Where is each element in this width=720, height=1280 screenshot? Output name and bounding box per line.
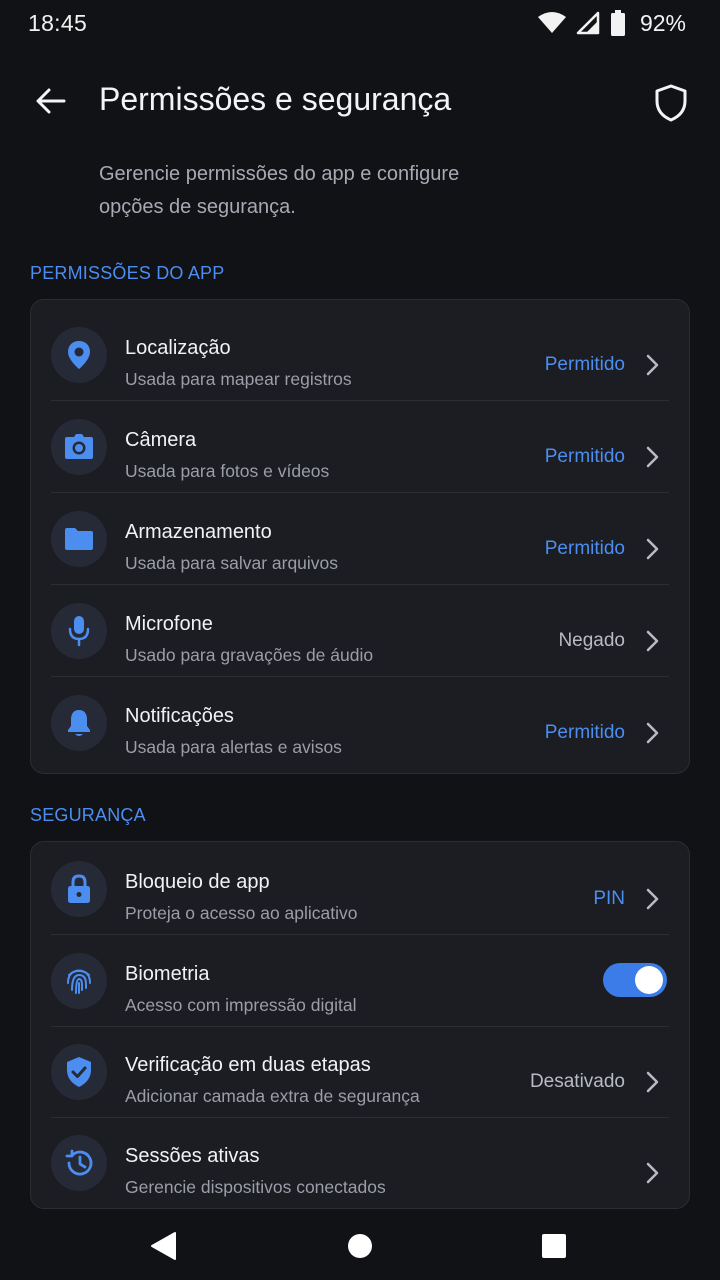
folder-icon bbox=[51, 511, 107, 567]
row-status: PIN bbox=[593, 888, 625, 909]
arrow-left-icon bbox=[36, 88, 66, 114]
system-navigation-bar bbox=[0, 1210, 720, 1280]
row-subtitle: Proteja o acesso ao aplicativo bbox=[125, 903, 358, 923]
row-title: Notificações bbox=[125, 705, 234, 727]
chevron-right-icon bbox=[646, 446, 659, 468]
biometrics-toggle[interactable] bbox=[603, 963, 667, 997]
fingerprint-icon bbox=[51, 953, 107, 1009]
row-subtitle: Usada para salvar arquivos bbox=[125, 553, 339, 573]
shield-icon bbox=[655, 84, 687, 122]
toggle-knob bbox=[635, 966, 663, 994]
page-description: Gerencie permissões do app e configure o… bbox=[99, 163, 460, 218]
permissions-card: Localização Usada para mapear registros … bbox=[30, 299, 690, 774]
bell-icon bbox=[51, 695, 107, 751]
row-status: Desativado bbox=[529, 1071, 625, 1092]
chevron-right-icon bbox=[646, 722, 659, 744]
security-row-active-sessions[interactable]: Sessões ativas Gerencie dispositivos con… bbox=[31, 1117, 689, 1209]
camera-icon bbox=[51, 419, 107, 475]
security-row-two-step[interactable]: Verificação em duas etapas Adicionar cam… bbox=[31, 1026, 689, 1118]
permission-row-notifications[interactable]: Notificações Usada para alertas e avisos… bbox=[31, 677, 689, 769]
row-subtitle: Acesso com impressão digital bbox=[125, 995, 357, 1015]
permission-row-location[interactable]: Localização Usada para mapear registros … bbox=[31, 309, 689, 401]
row-title: Verificação em duas etapas bbox=[125, 1054, 371, 1076]
battery-percentage: 92% bbox=[639, 9, 686, 36]
row-title: Armazenamento bbox=[125, 521, 272, 543]
shield-check-icon bbox=[51, 1044, 107, 1100]
security-row-app-lock[interactable]: Bloqueio de app Proteja o acesso ao apli… bbox=[31, 843, 689, 935]
section-header-permissions: PERMISSÕES DO APP bbox=[30, 263, 225, 283]
row-subtitle: Gerencie dispositivos conectados bbox=[125, 1177, 386, 1197]
nav-home-button[interactable] bbox=[343, 1229, 377, 1263]
permission-row-camera[interactable]: Câmera Usada para fotos e vídeos Permiti… bbox=[31, 401, 689, 493]
triangle-back-icon bbox=[151, 1232, 176, 1260]
circle-home-icon bbox=[348, 1234, 372, 1258]
location-pin-icon bbox=[51, 327, 107, 383]
security-row-biometrics[interactable]: Biometria Acesso com impressão digital bbox=[31, 935, 689, 1027]
permission-row-microphone[interactable]: Microfone Usado para gravações de áudio … bbox=[31, 585, 689, 677]
row-title: Bloqueio de app bbox=[125, 871, 270, 893]
row-status: Negado bbox=[558, 630, 625, 651]
row-title: Sessões ativas bbox=[125, 1145, 260, 1167]
row-status: Permitido bbox=[544, 538, 625, 559]
row-title: Localização bbox=[125, 337, 231, 359]
status-bar: 18:45 92% bbox=[0, 0, 720, 46]
cell-signal-icon bbox=[576, 11, 600, 35]
security-card: Bloqueio de app Proteja o acesso ao apli… bbox=[30, 841, 690, 1209]
square-recents-icon bbox=[542, 1234, 566, 1258]
row-subtitle: Usado para gravações de áudio bbox=[125, 645, 374, 665]
row-title: Câmera bbox=[125, 429, 197, 451]
row-status: Permitido bbox=[544, 446, 625, 467]
nav-recents-button[interactable] bbox=[537, 1229, 571, 1263]
chevron-right-icon bbox=[646, 888, 659, 910]
status-icons: 92% bbox=[537, 9, 686, 37]
status-time: 18:45 bbox=[28, 9, 88, 36]
chevron-right-icon bbox=[646, 1071, 659, 1093]
row-subtitle: Usada para fotos e vídeos bbox=[125, 461, 330, 481]
page-title: Permissões e segurança bbox=[99, 81, 452, 117]
nav-back-button[interactable] bbox=[146, 1229, 180, 1263]
lock-icon bbox=[51, 861, 107, 917]
back-button[interactable] bbox=[28, 78, 74, 124]
history-icon bbox=[51, 1135, 107, 1191]
row-status: Permitido bbox=[544, 722, 625, 743]
row-subtitle: Adicionar camada extra de segurança bbox=[125, 1086, 420, 1106]
app-bar: Permissões e segurança bbox=[0, 66, 720, 138]
row-subtitle: Usada para mapear registros bbox=[125, 369, 352, 389]
chevron-right-icon bbox=[646, 630, 659, 652]
row-title: Biometria bbox=[125, 963, 210, 985]
row-title: Microfone bbox=[125, 613, 213, 635]
permission-row-storage[interactable]: Armazenamento Usada para salvar arquivos… bbox=[31, 493, 689, 585]
microphone-icon bbox=[51, 603, 107, 659]
row-status: Permitido bbox=[544, 354, 625, 375]
wifi-icon bbox=[537, 12, 566, 33]
chevron-right-icon bbox=[646, 538, 659, 560]
chevron-right-icon bbox=[646, 354, 659, 376]
row-subtitle: Usada para alertas e avisos bbox=[125, 737, 342, 757]
battery-icon bbox=[610, 10, 625, 36]
security-shield-button[interactable] bbox=[646, 78, 696, 128]
chevron-right-icon bbox=[646, 1162, 659, 1184]
section-header-security: SEGURANÇA bbox=[30, 805, 146, 825]
